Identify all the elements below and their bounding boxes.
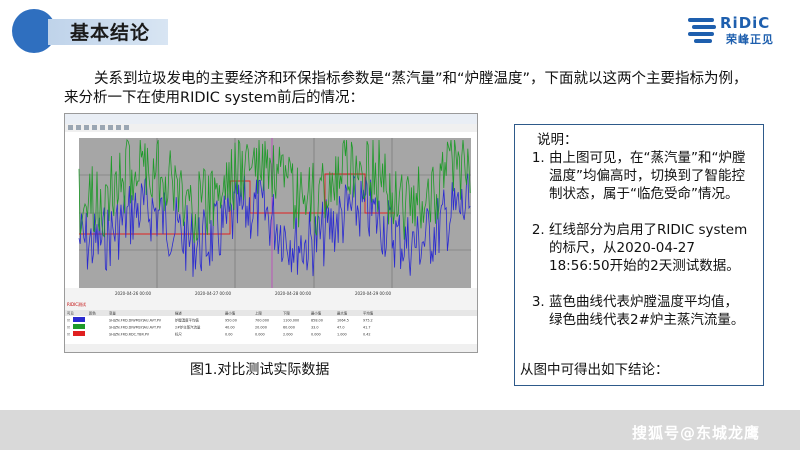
table-header-cell: 最小值	[311, 311, 322, 316]
svg-text:2020-04-29 00:00: 2020-04-29 00:00	[355, 291, 392, 296]
table-header-cell: 变量	[109, 311, 116, 316]
table-cell: 1100.000	[283, 319, 299, 323]
table-cell: 975.2	[363, 319, 373, 323]
table-cell: SHJZN.FRD.RDC.TBR.PV	[109, 333, 150, 337]
table-cell: SHJZN.FRD.DIWMSYJAU.AVT.PV	[109, 319, 162, 323]
page-title: 基本结论	[70, 22, 151, 44]
notes-item: 红线部分为启用了RIDIC system的标尺，从2020-04-27 18:5…	[549, 221, 751, 275]
table-cell: 炉膛温度平均值	[175, 318, 199, 323]
table-cell: 标尺	[175, 332, 182, 337]
table-cell: 2#炉主蒸汽流量	[175, 325, 201, 330]
table-cell: 60.000	[283, 326, 295, 330]
table-cell: ☑	[67, 326, 70, 330]
table-cell: 40.00	[225, 326, 235, 330]
table-cell: 0.00	[225, 333, 233, 337]
table-cell: 2.000	[283, 333, 293, 337]
logo-wordmark: RiDiC	[720, 14, 771, 32]
notes-item: 由上图可见，在“蒸汽量”和“炉膛温度”均偏高时，切换到了智能控制状态，属于“临危…	[549, 149, 751, 203]
notes-conclusion: 从图中可得出如下结论：	[520, 362, 669, 378]
table-header-cell: 下限	[283, 311, 290, 316]
table-cell: 950.00	[225, 319, 237, 323]
notes-heading: 说明：	[537, 132, 578, 148]
notes-item: 蓝色曲线代表炉膛温度平均值，绿色曲线代表2#炉主蒸汽流量。	[549, 293, 751, 329]
notes-box: 说明： 由上图可见，在“蒸汽量”和“炉膛温度”均偏高时，切换到了智能控制状态，属…	[514, 124, 764, 386]
trend-screenshot: 2020-04-26 00:00 2020-04-27 00:00 2020-0…	[64, 113, 478, 353]
table-cell: ☑	[67, 333, 70, 337]
table-header-cell: 最大值	[337, 311, 348, 316]
watermark: 搜狐号@东城龙鹰	[631, 424, 760, 442]
table-header-cell: 颜色	[89, 311, 96, 316]
svg-text:RIDIC测试: RIDIC测试	[67, 301, 86, 307]
intro-paragraph: 关系到垃圾发电的主要经济和环保指标参数是“蒸汽量”和“炉膛温度”，下面就以这两个…	[64, 71, 748, 106]
table-cell: ☑	[67, 319, 70, 323]
table-cell: SHJZN.FRD.DIWMSYJAU.AVT.PV	[109, 326, 162, 330]
screenshot-titlebar	[65, 114, 477, 124]
table-cell: 858.00	[311, 319, 323, 323]
table-cell: 41.7	[363, 326, 371, 330]
table-cell: 1.000	[337, 333, 347, 337]
table-cell: 700.000	[255, 319, 269, 323]
trend-screenshot-image: 2020-04-26 00:00 2020-04-27 00:00 2020-0…	[65, 114, 477, 352]
table-cell: 47.0	[337, 326, 345, 330]
table-cell: 20.000	[255, 326, 267, 330]
table-header-cell: 描述	[175, 311, 182, 316]
table-cell: 0.000	[255, 333, 265, 337]
svg-text:2020-04-28 00:00: 2020-04-28 00:00	[275, 291, 312, 296]
table-header-cell: 最小值	[225, 311, 236, 316]
table-cell: 0.000	[311, 333, 321, 337]
table-cell: 0.42	[363, 333, 371, 337]
table-cell: 1064.5	[337, 319, 349, 323]
table-cell: 33.0	[311, 326, 319, 330]
svg-text:2020-04-26 00:00: 2020-04-26 00:00	[115, 291, 152, 296]
logo-subtext: 荣峰正见	[726, 33, 774, 46]
figure-caption: 图1.对比测试实际数据	[190, 362, 330, 378]
table-header-cell: 平均值	[363, 311, 374, 316]
table-header-cell: 可见	[67, 312, 74, 316]
svg-text:2020-04-27 00:00: 2020-04-27 00:00	[195, 291, 232, 296]
notes-list: 由上图可见，在“蒸汽量”和“炉膛温度”均偏高时，切换到了智能控制状态，属于“临危…	[515, 149, 763, 347]
table-header-cell: 上限	[255, 311, 262, 316]
